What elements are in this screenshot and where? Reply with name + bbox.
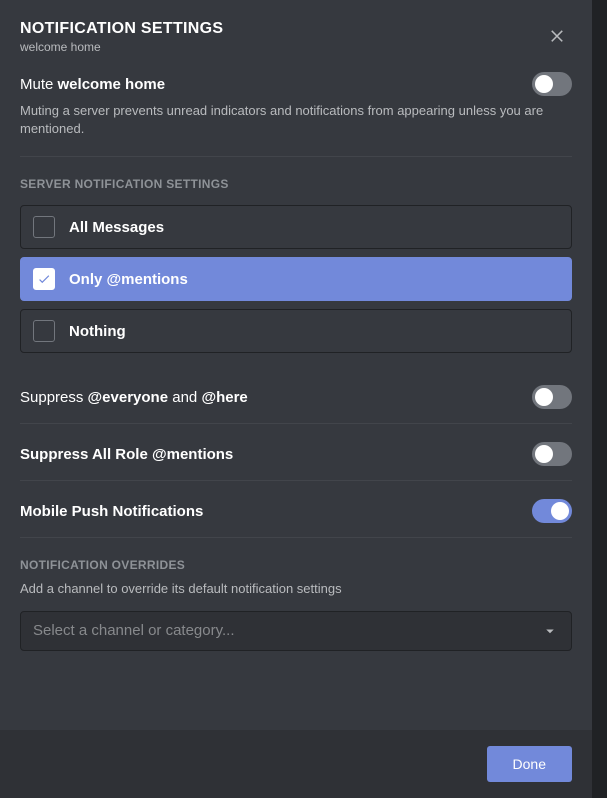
mute-toggle[interactable] xyxy=(532,72,572,96)
mute-label: Mute welcome home xyxy=(20,76,165,93)
mobile-push-toggle[interactable] xyxy=(532,499,572,523)
server-notifications-heading: SERVER NOTIFICATION SETTINGS xyxy=(20,157,572,205)
mobile-push-row: Mobile Push Notifications xyxy=(20,481,572,537)
select-placeholder: Select a channel or category... xyxy=(33,622,235,639)
radio-nothing[interactable]: Nothing xyxy=(20,309,572,353)
modal-title: NOTIFICATION SETTINGS xyxy=(20,20,223,38)
close-icon xyxy=(548,26,566,44)
checkbox-icon xyxy=(33,216,55,238)
mute-description: Muting a server prevents unread indicato… xyxy=(20,102,572,156)
modal-header: NOTIFICATION SETTINGS welcome home xyxy=(20,20,572,54)
modal-footer: Done xyxy=(0,730,592,798)
suppress-roles-label: Suppress All Role @mentions xyxy=(20,446,233,463)
suppress-everyone-label: Suppress @everyone and @here xyxy=(20,389,248,406)
modal-body: NOTIFICATION SETTINGS welcome home Mute … xyxy=(0,0,592,730)
notification-settings-modal: NOTIFICATION SETTINGS welcome home Mute … xyxy=(0,0,592,798)
mobile-push-label: Mobile Push Notifications xyxy=(20,503,203,520)
check-icon xyxy=(37,272,51,286)
close-button[interactable] xyxy=(542,20,572,50)
override-channel-select[interactable]: Select a channel or category... xyxy=(20,611,572,651)
modal-subtitle: welcome home xyxy=(20,40,223,54)
suppress-roles-row: Suppress All Role @mentions xyxy=(20,424,572,480)
suppress-roles-toggle[interactable] xyxy=(532,442,572,466)
suppress-everyone-row: Suppress @everyone and @here xyxy=(20,385,572,423)
radio-only-mentions[interactable]: Only @mentions xyxy=(20,257,572,301)
checkbox-icon xyxy=(33,268,55,290)
chevron-down-icon xyxy=(541,622,559,640)
suppress-everyone-toggle[interactable] xyxy=(532,385,572,409)
overrides-description: Add a channel to override its default no… xyxy=(20,580,572,610)
done-button[interactable]: Done xyxy=(487,746,572,782)
checkbox-icon xyxy=(33,320,55,342)
overrides-heading: NOTIFICATION OVERRIDES xyxy=(20,538,572,586)
radio-all-messages[interactable]: All Messages xyxy=(20,205,572,249)
